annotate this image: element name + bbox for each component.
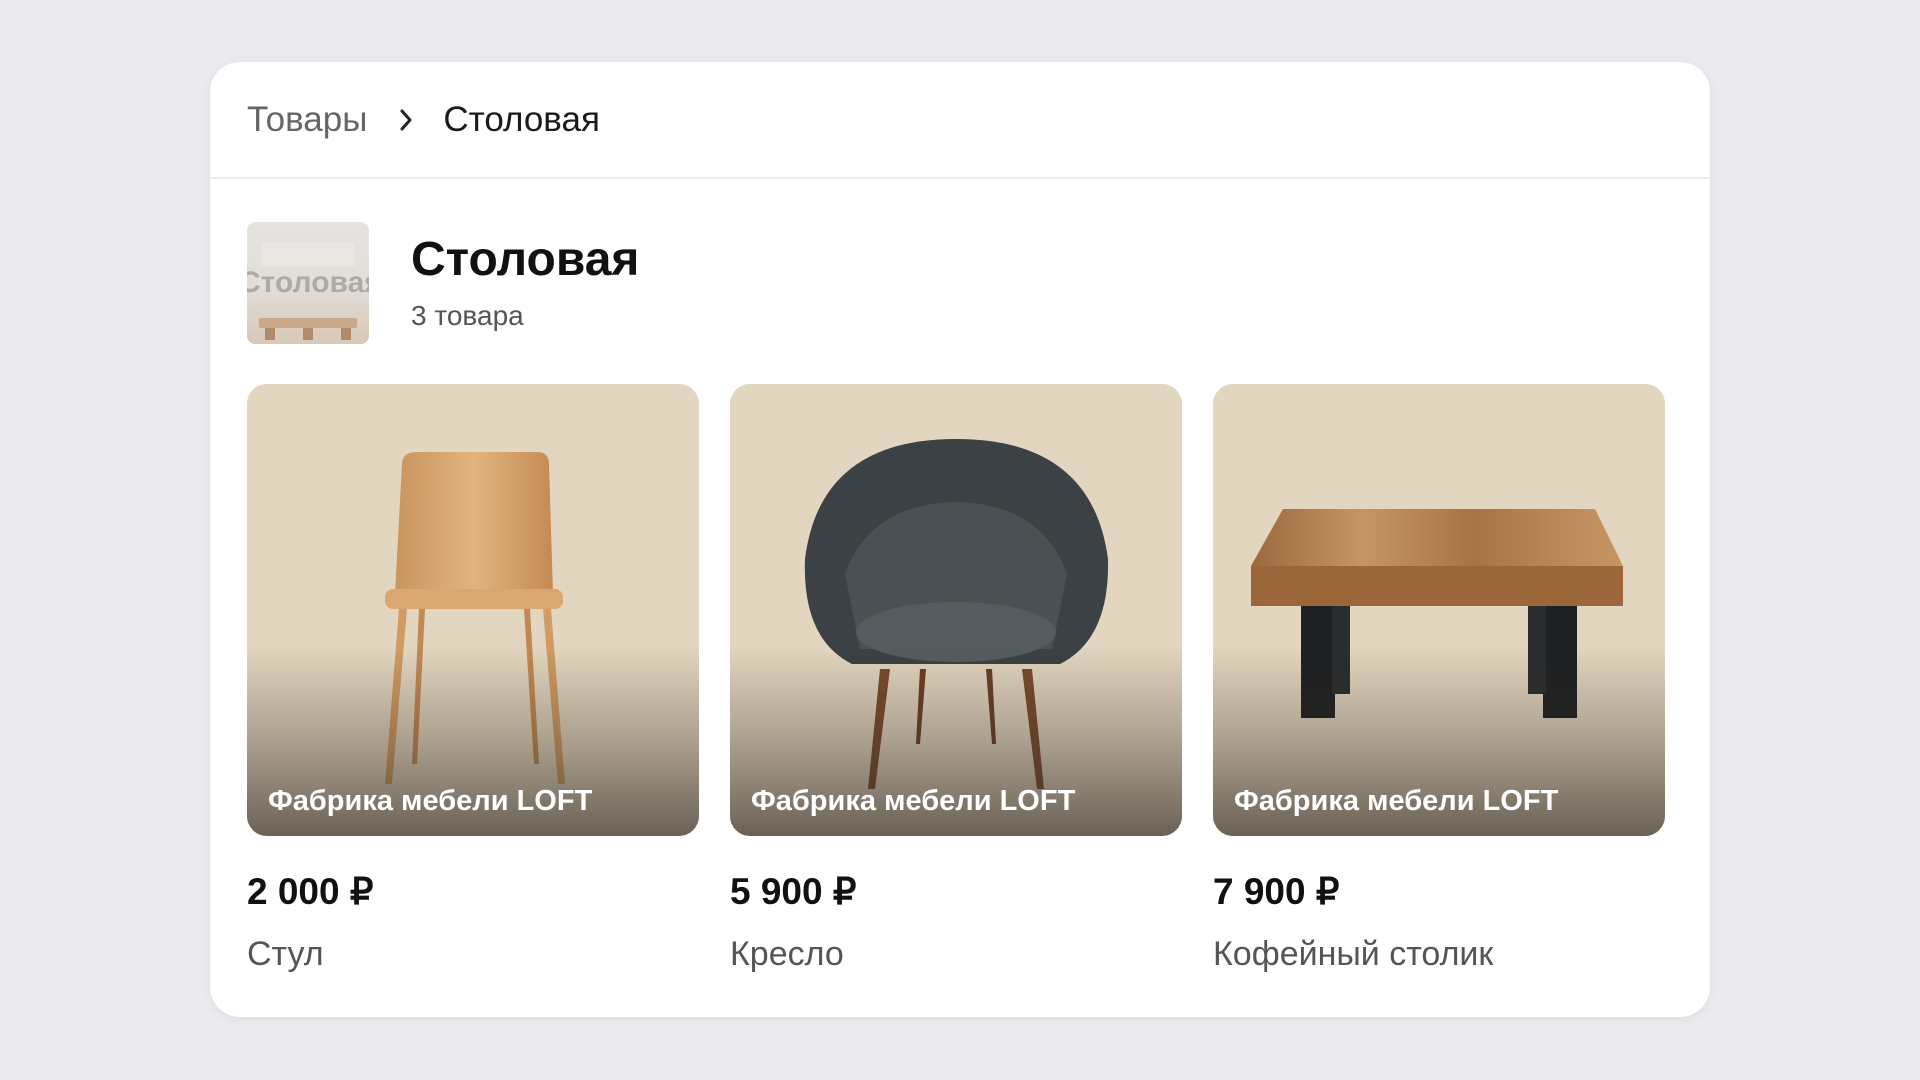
breadcrumb: Товары Столовая: [210, 62, 1710, 179]
product-card-chair[interactable]: Фабрика мебели LOFT 2 000 ₽ Стул: [247, 384, 699, 974]
product-price: 2 000 ₽: [247, 871, 374, 912]
product-vendor: Фабрика мебели LOFT: [751, 785, 1076, 817]
product-price: 5 900 ₽: [730, 871, 857, 912]
collection-thumbnail: Столовая: [247, 222, 369, 344]
chevron-right-icon: [400, 109, 412, 130]
collection-card: Товары Столовая Столовая Столовая 3 това…: [210, 62, 1710, 1017]
product-image[interactable]: Фабрика мебели LOFT: [730, 384, 1182, 836]
breadcrumb-products-link[interactable]: Товары: [247, 100, 367, 140]
thumbnail-label: Столовая: [247, 266, 369, 299]
product-count: 3 товара: [411, 300, 524, 331]
product-name[interactable]: Кресло: [730, 935, 1182, 974]
page-title: Столовая: [411, 233, 640, 286]
product-price: 7 900 ₽: [1213, 871, 1340, 912]
product-name[interactable]: Стул: [247, 935, 699, 974]
product-card-coffee-table[interactable]: Фабрика мебели LOFT 7 900 ₽ Кофейный сто…: [1213, 384, 1665, 974]
product-card-armchair[interactable]: Фабрика мебели LOFT 5 900 ₽ Кресло: [730, 384, 1182, 974]
product-vendor: Фабрика мебели LOFT: [1234, 785, 1559, 817]
product-name[interactable]: Кофейный столик: [1213, 935, 1665, 974]
collection-header: Столовая Столовая 3 товара: [247, 222, 639, 344]
product-vendor: Фабрика мебели LOFT: [268, 785, 593, 817]
product-image[interactable]: Фабрика мебели LOFT: [1213, 384, 1665, 836]
breadcrumb-current: Столовая: [443, 99, 600, 139]
product-image[interactable]: Фабрика мебели LOFT: [247, 384, 699, 836]
product-grid: Фабрика мебели LOFT 2 000 ₽ Стул Фабрика…: [247, 384, 1665, 974]
